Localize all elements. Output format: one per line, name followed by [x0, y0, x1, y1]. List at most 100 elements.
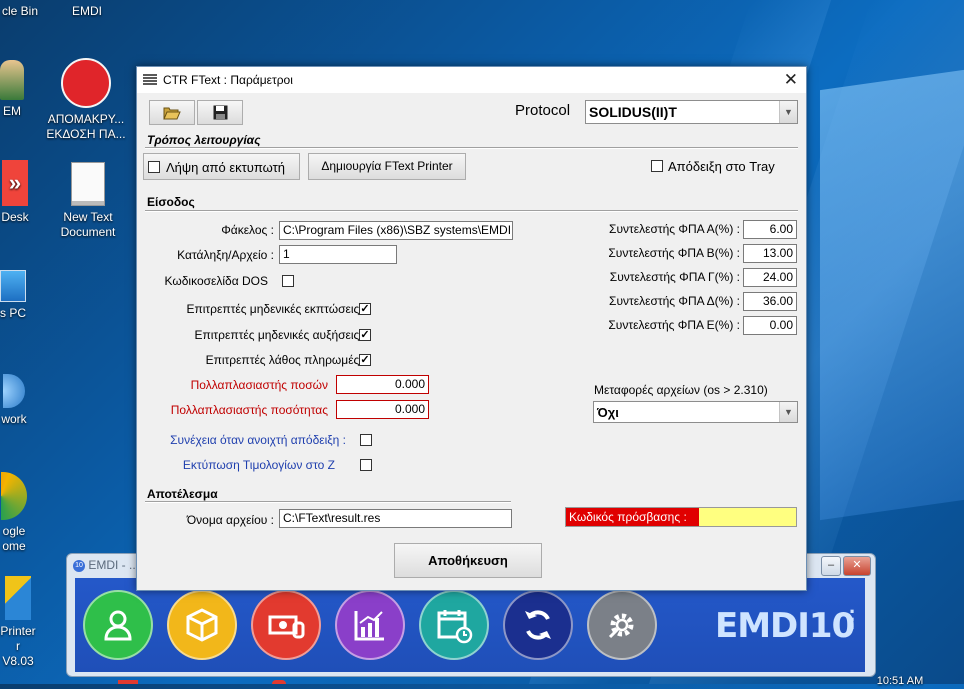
box-icon: [186, 608, 218, 642]
continue-open-receipt-checkbox[interactable]: [360, 434, 372, 446]
open-button[interactable]: [149, 100, 195, 125]
access-code-label: Κωδικός πρόσβασης :: [566, 508, 699, 526]
more-menu-icon[interactable]: · · ·: [849, 601, 856, 639]
dialog-title: CTR FText : Παράμετροι: [163, 73, 293, 87]
desktop-icon-printer[interactable]: Printer r V8.03: [0, 576, 36, 669]
vat-e-label: Συντελεστής ΦΠΑ Ε(%) :: [608, 318, 740, 332]
desktop-icon-emdi[interactable]: EMDI: [64, 4, 110, 19]
floppy-disk-icon: [213, 105, 227, 120]
emdi-close-button[interactable]: ✕: [843, 556, 871, 576]
emdi-logo: EMDI10: [715, 606, 855, 646]
anydesk-icon: »: [2, 160, 28, 206]
desktop-icon-label: work: [1, 412, 27, 426]
emdi-sync-button[interactable]: [503, 590, 573, 660]
section-result-title: Αποτέλεσμα: [147, 487, 218, 501]
vat-e-input[interactable]: 0.00: [743, 316, 797, 335]
user-icon: [0, 60, 24, 100]
save-icon-button[interactable]: [197, 100, 243, 125]
divider: [145, 501, 511, 503]
desktop-icon-em[interactable]: EM: [0, 60, 24, 119]
vat-d-label: Συντελεστής ΦΠΑ Δ(%) :: [609, 294, 740, 308]
emdi-calendar-button[interactable]: [419, 590, 489, 660]
vat-b-input[interactable]: 13.00: [743, 244, 797, 263]
file-transfer-select[interactable]: Όχι ▼: [593, 401, 798, 423]
chevron-down-icon: ▼: [779, 101, 797, 123]
access-code-box: Κωδικός πρόσβασης :: [565, 507, 797, 527]
filename-input[interactable]: C:\FText\result.res: [279, 509, 512, 528]
desktop-icon-label: New Text Document: [60, 210, 116, 239]
divider: [145, 147, 798, 149]
close-icon: ✕: [852, 559, 862, 571]
emdi-sales-button[interactable]: [251, 590, 321, 660]
protocol-select[interactable]: SOLIDUS(II)T ▼: [585, 100, 798, 124]
save-button-label: Αποθήκευση: [428, 553, 508, 568]
emdi-minimize-button[interactable]: –: [821, 556, 841, 576]
read-from-printer-toggle[interactable]: Λήψη από εκτυπωτή: [143, 153, 300, 180]
create-ftext-printer-button[interactable]: Δημιουργία FText Printer: [308, 153, 466, 180]
chrome-icon: [1, 472, 27, 520]
folder-input[interactable]: C:\Program Files (x86)\SBZ systems\EMDI: [279, 221, 513, 240]
emdi-title-text: EMDI - ...: [88, 558, 140, 572]
continue-open-receipt-label: Συνέχεια όταν ανοιχτή απόδειξη :: [170, 433, 346, 447]
settings-icon: [608, 613, 634, 639]
section-mode-title: Τρόπος λειτουργίας: [147, 133, 261, 147]
read-from-printer-label: Λήψη από εκτυπωτή: [166, 160, 286, 175]
vat-d-input[interactable]: 36.00: [743, 292, 797, 311]
desktop-icon-google-chrome[interactable]: ogle ome: [0, 472, 28, 554]
close-icon[interactable]: ✕: [784, 70, 798, 90]
clock-text: 10:51 AM: [876, 675, 924, 687]
network-icon: [3, 374, 25, 408]
taskbar-clock: 10:51 AM: [870, 674, 930, 689]
wallpaper-window-shape: [820, 69, 964, 521]
desktop-icon-recycle-bin[interactable]: cle Bin: [0, 4, 40, 19]
print-invoices-z-checkbox[interactable]: [360, 459, 372, 471]
access-code-input[interactable]: [699, 508, 796, 526]
desktop-icon-this-pc[interactable]: s PC: [0, 270, 26, 321]
receipt-in-tray-checkbox[interactable]: [651, 160, 663, 172]
zero-increases-label: Επιτρεπτές μηδενικές αυξήσεις :: [194, 328, 366, 342]
emdi-window-title: 10 EMDI - ...: [73, 558, 139, 572]
taskbar-app-red2[interactable]: [272, 680, 286, 684]
desktop-icon-label: ΑΠΟΜΑΚΡΥ... ΕΚΔΟΣΗ ΠΑ...: [46, 112, 126, 141]
minimize-icon: –: [827, 559, 835, 571]
extension-label: Κατάληξη/Αρχείο :: [177, 248, 274, 262]
print-invoices-z-label: Εκτύπωση Τιμολογίων στο Ζ: [182, 458, 335, 472]
emdi-app-icon: 10: [73, 559, 85, 572]
printer-icon: [5, 576, 31, 620]
amount-multiplier-label: Πολλαπλασιαστής ποσών: [190, 378, 328, 392]
read-from-printer-checkbox[interactable]: [148, 161, 160, 173]
file-transfer-value: Όχι: [597, 405, 619, 420]
protocol-label: Protocol: [515, 102, 571, 119]
vat-c-input[interactable]: 24.00: [743, 268, 797, 287]
desktop-icon-label: EM: [3, 104, 21, 118]
emdi-reports-button[interactable]: [335, 590, 405, 660]
dialog-titlebar: CTR FText : Παράμετροι ✕: [137, 67, 806, 93]
vat-a-input[interactable]: 6.00: [743, 220, 797, 239]
desktop-icon-desk[interactable]: » Desk: [0, 160, 30, 225]
taskbar-app-red[interactable]: [118, 680, 138, 684]
desktop-icon-label: EMDI: [72, 4, 102, 18]
folder-label: Φάκελος :: [221, 223, 274, 237]
desktop-icon-network[interactable]: work: [0, 374, 28, 427]
emdi-settings-button[interactable]: [587, 590, 657, 660]
wrong-payments-checkbox[interactable]: ✓: [359, 354, 371, 366]
save-button[interactable]: Αποθήκευση: [394, 543, 542, 578]
sync-icon: [525, 610, 551, 640]
zero-increases-checkbox[interactable]: ✓: [359, 329, 371, 341]
zero-discounts-label: Επιτρεπτές μηδενικές εκπτώσεις :: [186, 302, 366, 316]
zero-discounts-checkbox[interactable]: ✓: [359, 303, 371, 315]
protocol-value: SOLIDUS(II)T: [589, 104, 677, 120]
emdi-products-button[interactable]: [167, 590, 237, 660]
qty-multiplier-input[interactable]: 0.000: [336, 400, 429, 419]
wrong-payments-label: Επιτρεπτές λάθος πληρωμές :: [205, 353, 366, 367]
emdi-users-button[interactable]: [83, 590, 153, 660]
parameters-dialog: CTR FText : Παράμετροι ✕ Protocol SOLIDU…: [136, 66, 807, 591]
qty-multiplier-label: Πολλαπλασιαστής ποσότητας: [170, 403, 328, 417]
desktop-icon-new-text-document[interactable]: New Text Document: [52, 162, 124, 240]
dos-codepage-checkbox[interactable]: [282, 275, 294, 287]
extension-input[interactable]: 1: [279, 245, 397, 264]
amount-multiplier-input[interactable]: 0.000: [336, 375, 429, 394]
desktop-icon-remote-issue[interactable]: ΑΠΟΜΑΚΡΥ... ΕΚΔΟΣΗ ΠΑ...: [40, 58, 132, 142]
chevron-down-icon: ▼: [779, 402, 797, 422]
calendar-icon: [437, 610, 473, 644]
